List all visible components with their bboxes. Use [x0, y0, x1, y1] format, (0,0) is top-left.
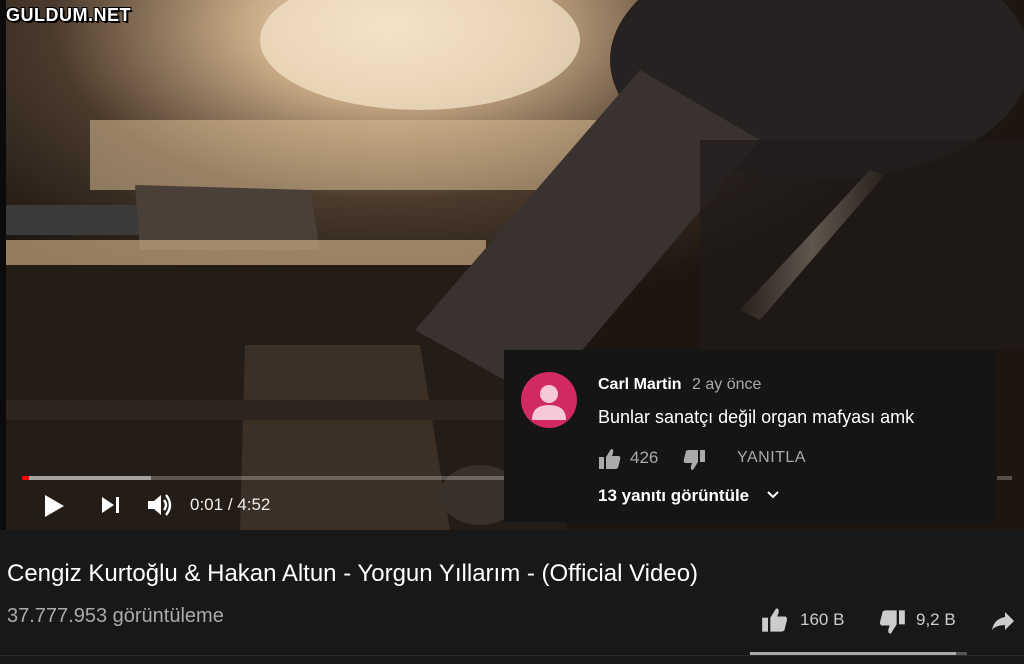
divider	[0, 655, 1024, 656]
current-time: 0:01	[190, 495, 224, 514]
comment-timestamp[interactable]: 2 ay önce	[692, 376, 761, 394]
like-count: 160 B	[800, 610, 845, 629]
progress-played	[22, 476, 29, 480]
chevron-down-icon[interactable]	[766, 489, 780, 501]
view-replies-button[interactable]: 13 yanıtı görüntüle	[598, 486, 749, 506]
progress-buffered	[22, 476, 151, 480]
video-player[interactable]: GULDUM.NET 0:01 / 4:52 Carl Martin 2 ay …	[0, 0, 1024, 530]
thumbs-down-icon[interactable]	[878, 609, 906, 635]
play-icon[interactable]	[42, 492, 66, 520]
comment-text: Bunlar sanatçı değil organ mafyası amk	[598, 407, 915, 427]
view-count: 37.777.953 görüntüleme	[7, 605, 224, 627]
avatar[interactable]	[521, 372, 577, 428]
video-title: Cengiz Kurtoğlu & Hakan Altun - Yorgun Y…	[7, 560, 699, 587]
thumbs-up-icon[interactable]	[761, 607, 789, 633]
watermark-logo: GULDUM.NET	[6, 5, 131, 25]
user-avatar-icon	[532, 385, 566, 420]
next-icon[interactable]	[100, 494, 122, 516]
volume-icon[interactable]	[146, 492, 174, 518]
thumbs-up-icon[interactable]	[598, 448, 622, 470]
duration: 4:52	[237, 495, 271, 514]
player-controls: 0:01 / 4:52	[0, 486, 520, 526]
time-display: 0:01 / 4:52	[190, 495, 270, 515]
comment-card: Carl Martin 2 ay önce Bunlar sanatçı değ…	[504, 350, 997, 522]
thumbs-down-icon[interactable]	[682, 449, 706, 471]
reply-button[interactable]: YANITLA	[737, 449, 806, 467]
time-separator: /	[223, 495, 238, 514]
dislike-count: 9,2 B	[916, 610, 956, 629]
comment-author[interactable]: Carl Martin	[598, 376, 682, 394]
share-icon[interactable]	[990, 610, 1016, 632]
comment-like-count: 426	[630, 448, 659, 467]
